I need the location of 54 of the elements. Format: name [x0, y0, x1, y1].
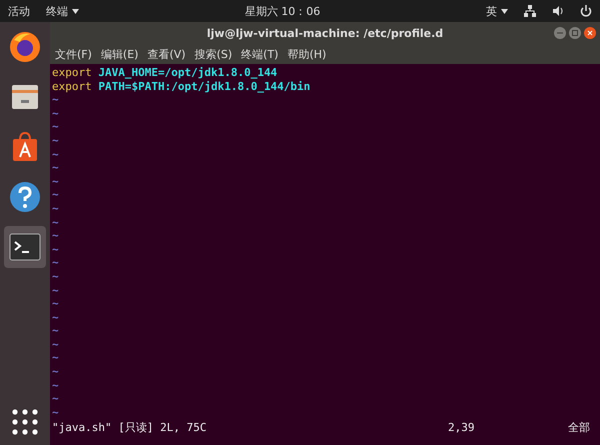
empty-line-marker: ~ — [52, 297, 60, 311]
empty-line-marker: ~ — [52, 148, 60, 162]
clock[interactable]: 星期六 10：06 — [95, 4, 470, 18]
shopping-bag-icon — [10, 131, 40, 163]
activities-button[interactable]: 活动 — [8, 4, 30, 18]
dock-item[interactable] — [4, 226, 46, 268]
empty-line-marker: ~ — [52, 310, 60, 324]
app-grid-icon[interactable] — [12, 409, 38, 435]
empty-line-marker: ~ — [52, 93, 60, 107]
empty-line-marker: ~ — [52, 365, 60, 379]
empty-line-marker: ~ — [52, 351, 60, 366]
power-icon[interactable] — [580, 5, 592, 17]
empty-line-marker: ~ — [52, 256, 60, 270]
empty-line-marker: ~ — [52, 324, 60, 338]
scroll-position: 全部 — [568, 421, 591, 435]
window-title: ljw@ljw-virtual-machine: /etc/profile.d — [206, 26, 444, 40]
code-line: export PATH=$PATH:/opt/jdk1.8.0_144/bin — [52, 80, 312, 94]
empty-line-marker: ~ — [52, 174, 60, 188]
menu-item[interactable]: 帮助(H) — [287, 46, 326, 62]
app-menu[interactable]: 终端 — [46, 4, 68, 18]
empty-line-marker: ~ — [52, 188, 60, 202]
status-message: "java.sh" [只读] 2L, 75C — [52, 421, 208, 435]
empty-line-marker: ~ — [52, 338, 60, 352]
menu-item[interactable]: 编辑(E) — [100, 46, 138, 62]
empty-line-marker: ~ — [52, 242, 60, 256]
empty-line-marker: ~ — [52, 202, 60, 216]
empty-line-marker: ~ — [52, 216, 60, 230]
fox-globe-icon — [8, 30, 42, 64]
empty-line-marker: ~ — [52, 406, 60, 420]
empty-line-marker: ~ — [52, 378, 60, 392]
menu-item[interactable]: 文件(F) — [55, 46, 92, 62]
menu-item[interactable]: 搜索(S) — [194, 46, 232, 62]
empty-line-marker: ~ — [52, 134, 60, 148]
minimize-button[interactable] — [554, 27, 566, 39]
input-method-menu[interactable]: 英 — [486, 4, 497, 18]
empty-line-marker: ~ — [52, 120, 60, 134]
close-button[interactable] — [584, 27, 596, 39]
speaker-icon[interactable] — [552, 5, 564, 17]
empty-line-marker: ~ — [52, 106, 60, 120]
empty-line-marker: ~ — [52, 284, 60, 298]
empty-line-marker: ~ — [52, 229, 60, 243]
empty-line-marker: ~ — [52, 392, 60, 406]
cursor-position: 2,39 — [448, 421, 476, 435]
help-icon — [9, 181, 41, 213]
terminal-icon — [9, 233, 41, 261]
menu-item[interactable]: 终端(T) — [241, 46, 278, 62]
caret-icon[interactable] — [72, 8, 79, 14]
network-icon[interactable] — [524, 5, 536, 17]
menu-item[interactable]: 查看(V) — [147, 46, 186, 62]
code-line: export JAVA_HOME=/opt/jdk1.8.0_144 — [52, 66, 278, 80]
caret-icon[interactable] — [501, 8, 508, 14]
drawer-icon — [10, 82, 40, 112]
empty-line-marker: ~ — [52, 161, 60, 175]
empty-line-marker: ~ — [52, 270, 60, 284]
